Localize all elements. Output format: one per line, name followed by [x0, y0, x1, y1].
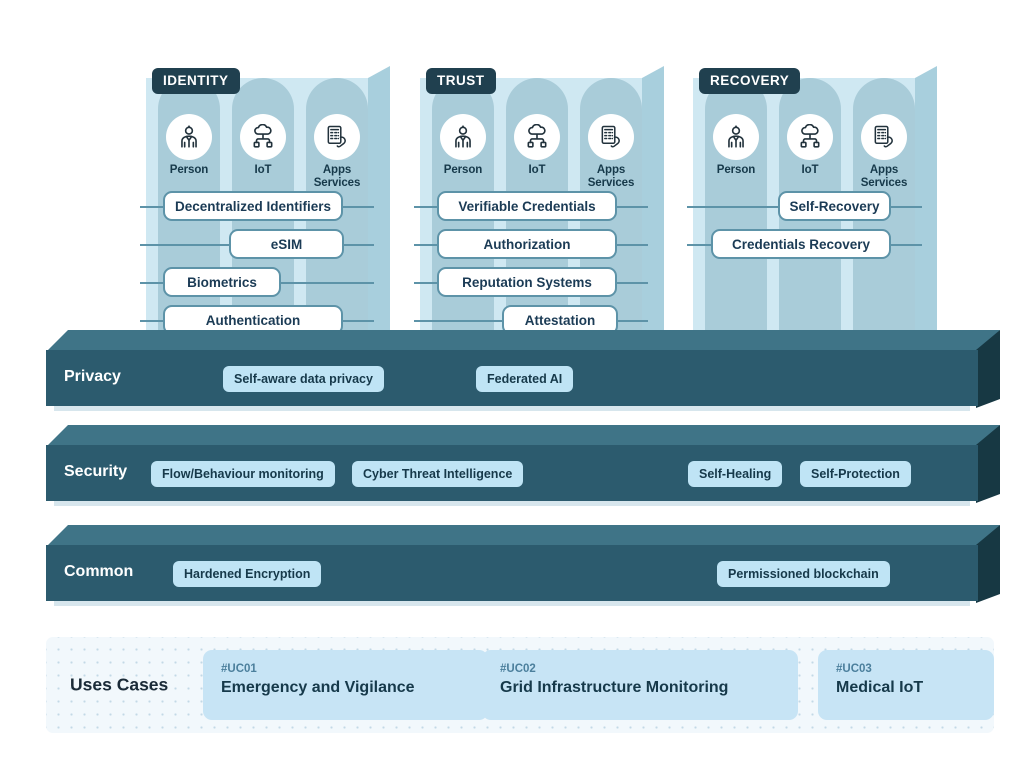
layer-tag-self-healing[interactable]: Self-Healing — [688, 461, 783, 487]
layer-tag-cyber-threat-intelligence[interactable]: Cyber Threat Intelligence — [352, 461, 524, 487]
actor-label: Person — [443, 164, 483, 176]
layer-label-privacy: Privacy — [64, 368, 121, 385]
layer-common: Common Hardened Encryption Permissioned … — [46, 525, 1000, 607]
use-case-card-uc01[interactable]: #UC01 Emergency and Vigilance — [203, 650, 488, 720]
capability-biometrics[interactable]: Biometrics — [163, 267, 281, 297]
person-icon — [166, 114, 212, 160]
layer-tag-federated-ai[interactable]: Federated AI — [476, 366, 574, 392]
person-icon — [440, 114, 486, 160]
slab-top-face — [46, 425, 1000, 447]
connector-line — [614, 282, 648, 284]
connector-line — [340, 206, 374, 208]
actor-label: IoT — [254, 164, 272, 176]
actor-apps-trust: Apps Services — [580, 100, 642, 195]
apps-services-icon — [861, 114, 907, 160]
architecture-diagram: IDENTITY Person IoT Apps Services Decent… — [0, 0, 1024, 775]
capability-decentralized-identifiers[interactable]: Decentralized Identifiers — [163, 191, 343, 221]
connector-line — [687, 206, 781, 208]
use-case-name: Grid Infrastructure Monitoring — [500, 679, 729, 696]
capability-authorization[interactable]: Authorization — [437, 229, 617, 259]
connector-line — [340, 320, 374, 322]
slab-shadow — [54, 501, 970, 506]
actor-label: Person — [716, 164, 756, 176]
actor-label: IoT — [528, 164, 546, 176]
connector-line — [340, 244, 374, 246]
connector-line — [414, 320, 504, 322]
iot-cloud-icon — [240, 114, 286, 160]
pillar-title-trust: TRUST — [426, 68, 496, 94]
capability-credentials-recovery[interactable]: Credentials Recovery — [711, 229, 891, 259]
capability-verifiable-credentials[interactable]: Verifiable Credentials — [437, 191, 617, 221]
actor-label: IoT — [801, 164, 819, 176]
layer-tag-flow-behaviour-monitoring[interactable]: Flow/Behaviour monitoring — [151, 461, 335, 487]
use-cases-title: Uses Cases — [70, 674, 169, 695]
actor-person-identity: Person — [158, 100, 220, 195]
actor-iot-trust: IoT — [506, 100, 568, 195]
layer-tag-hardened-encryption[interactable]: Hardened Encryption — [173, 561, 322, 587]
actor-apps-identity: Apps Services — [306, 100, 368, 195]
actor-person-trust: Person — [432, 100, 494, 195]
layer-label-common: Common — [64, 563, 134, 580]
connector-line — [275, 282, 374, 284]
use-case-id: #UC01 — [221, 663, 257, 675]
apps-services-icon — [588, 114, 634, 160]
actor-label: Apps Services — [587, 164, 635, 189]
actor-apps-recovery: Apps Services — [853, 100, 915, 195]
pillar-title-identity: IDENTITY — [152, 68, 240, 94]
slab-top-face — [46, 330, 1000, 352]
connector-line — [140, 244, 240, 246]
connector-line — [614, 244, 648, 246]
layer-privacy: Privacy Self-aware data privacy Federate… — [46, 330, 1000, 412]
actor-label: Apps Services — [313, 164, 361, 189]
use-case-id: #UC02 — [500, 663, 536, 675]
slab-top-face — [46, 525, 1000, 547]
use-cases-panel: Uses Cases #UC01 Emergency and Vigilance… — [46, 637, 994, 733]
connector-line — [888, 244, 922, 246]
slab-shadow — [54, 601, 970, 606]
layer-label-security: Security — [64, 463, 128, 480]
layer-tag-permissioned-blockchain[interactable]: Permissioned blockchain — [717, 561, 890, 587]
layer-security: Security Flow/Behaviour monitoring Cyber… — [46, 425, 1000, 507]
slab-shadow — [54, 406, 970, 411]
actor-iot-recovery: IoT — [779, 100, 841, 195]
connector-line — [614, 320, 648, 322]
capability-esim[interactable]: eSIM — [229, 229, 344, 259]
person-icon — [713, 114, 759, 160]
iot-cloud-icon — [787, 114, 833, 160]
actor-label: Apps Services — [860, 164, 908, 189]
use-case-name: Emergency and Vigilance — [221, 679, 415, 696]
actor-iot-identity: IoT — [232, 100, 294, 195]
capability-reputation-systems[interactable]: Reputation Systems — [437, 267, 617, 297]
connector-line — [888, 206, 922, 208]
actor-label: Person — [169, 164, 209, 176]
iot-cloud-icon — [514, 114, 560, 160]
pillar-title-recovery: RECOVERY — [699, 68, 801, 94]
use-case-name: Medical IoT — [836, 679, 924, 696]
layer-tag-self-protection[interactable]: Self-Protection — [800, 461, 911, 487]
use-case-id: #UC03 — [836, 663, 872, 675]
actor-person-recovery: Person — [705, 100, 767, 195]
use-case-card-uc02[interactable]: #UC02 Grid Infrastructure Monitoring — [482, 650, 798, 720]
connector-line — [614, 206, 648, 208]
layer-tag-self-aware-data-privacy[interactable]: Self-aware data privacy — [223, 366, 384, 392]
capability-self-recovery[interactable]: Self-Recovery — [778, 191, 891, 221]
use-case-card-uc03[interactable]: #UC03 Medical IoT — [818, 650, 994, 720]
apps-services-icon — [314, 114, 360, 160]
